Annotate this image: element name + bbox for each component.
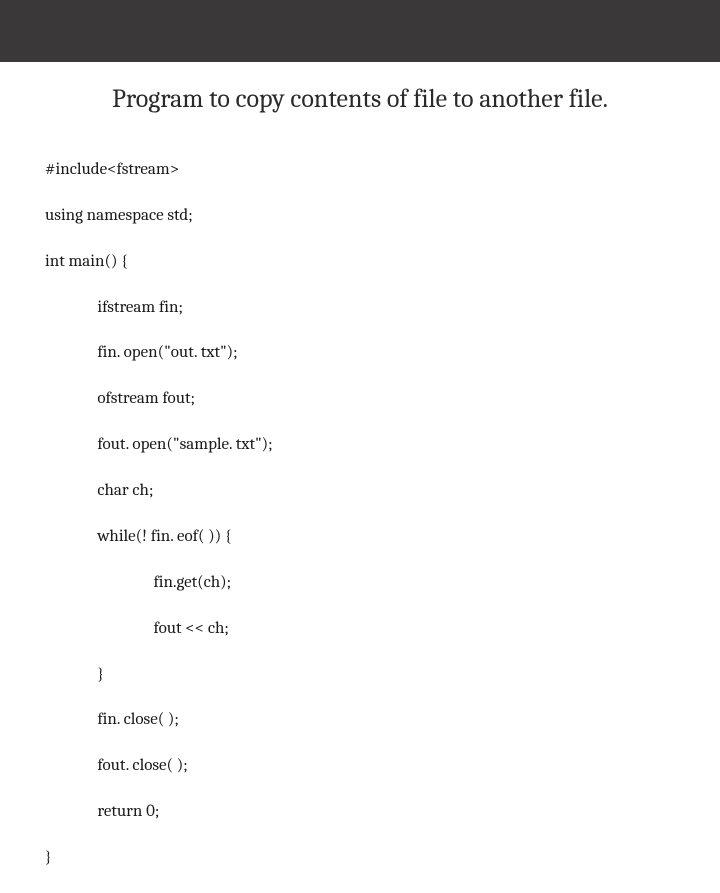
code-line: ifstream fin; <box>45 297 720 320</box>
code-line: ofstream fout; <box>45 388 720 411</box>
code-line: while(! fin. eof( )) { <box>45 526 720 549</box>
code-line: fin. close( ); <box>45 709 720 732</box>
code-line: char ch; <box>45 480 720 503</box>
code-line: fin. open("out. txt"); <box>45 342 720 365</box>
code-line: fout << ch; <box>45 618 720 641</box>
code-line: fout. open("sample. txt"); <box>45 434 720 457</box>
code-line: int main() { <box>45 251 720 274</box>
code-line: #include<fstream> <box>45 159 720 182</box>
code-line: fout. close( ); <box>45 755 720 778</box>
code-line: } <box>45 664 720 687</box>
code-line: } <box>45 847 720 870</box>
slide-title: Program to copy contents of file to anot… <box>0 84 720 114</box>
code-line: return 0; <box>45 801 720 824</box>
code-block: #include<fstream> using namespace std; i… <box>45 136 720 893</box>
header-bar <box>0 0 720 62</box>
code-line: fin.get(ch); <box>45 572 720 595</box>
code-line: using namespace std; <box>45 205 720 228</box>
